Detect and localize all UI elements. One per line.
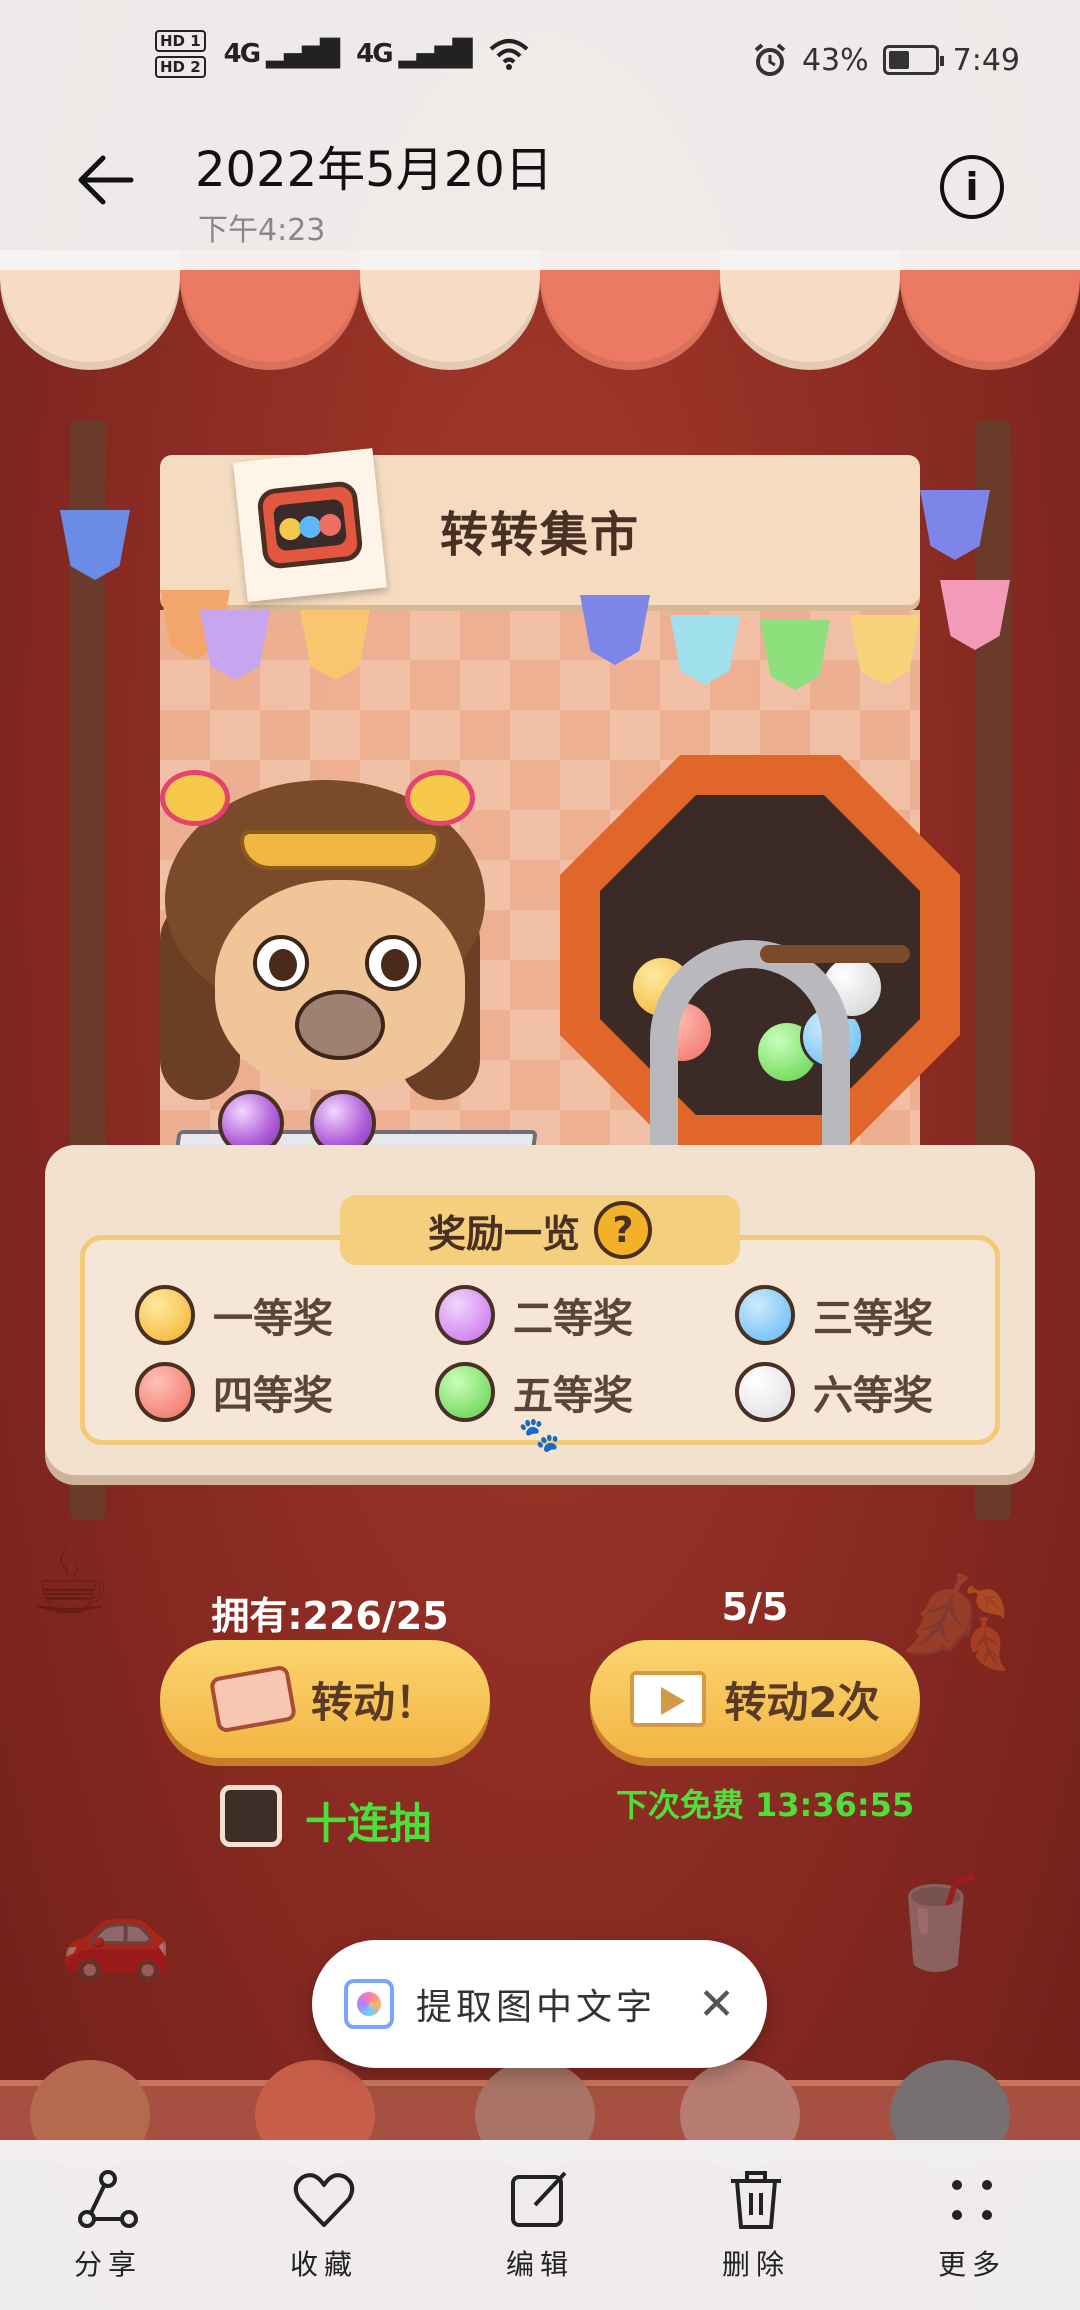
bunting-flags	[60, 490, 1020, 710]
prize-label: 二等奖	[513, 1296, 633, 1342]
next-free-timer: 下次免费 13:36:55	[615, 1786, 915, 1824]
viewer-top-bar: HD 1 HD 2 4G ▂▄▆█ 4G ▂▄▆█ 43% 7:49 2022年…	[0, 0, 1080, 270]
video-icon	[630, 1671, 707, 1727]
prize-item-6: 六等奖	[735, 1362, 933, 1422]
character-bow-right	[405, 770, 475, 826]
favorite-label: 收藏	[289, 2248, 358, 2281]
favorite-button[interactable]: 收藏	[249, 2167, 399, 2283]
share-button[interactable]: 分享	[33, 2167, 183, 2283]
battery-percent: 43%	[801, 42, 869, 78]
prize-ball-icon	[735, 1362, 795, 1422]
prize-ball-icon	[135, 1362, 195, 1422]
ticket-icon	[208, 1664, 298, 1734]
share-icon	[78, 2170, 138, 2228]
spin-twice-button[interactable]: 转动2次	[590, 1640, 920, 1758]
battery-icon	[882, 45, 944, 75]
edit-icon	[511, 2171, 567, 2227]
extract-text-label[interactable]: 提取图中文字	[416, 1978, 676, 2030]
free-spin-count: 5/5	[721, 1585, 789, 1629]
alarm-icon	[754, 43, 786, 76]
more-label: 更多	[937, 2248, 1006, 2281]
help-icon[interactable]: ?	[594, 1201, 652, 1259]
spin-button-label: 转动！	[310, 1677, 437, 1727]
edit-button[interactable]: 编辑	[465, 2167, 615, 2283]
prize-item-5: 五等奖	[435, 1362, 633, 1422]
more-icon	[952, 2180, 992, 2220]
hd-badge: HD 1	[155, 30, 206, 52]
clock: 7:49	[952, 42, 1020, 78]
back-arrow-icon[interactable]	[75, 150, 135, 210]
prize-label: 六等奖	[813, 1373, 933, 1419]
reward-header: 奖励一览 ?	[340, 1195, 740, 1265]
trash-icon	[731, 2171, 781, 2229]
more-button[interactable]: 更多	[897, 2167, 1047, 2283]
machine-crank[interactable]	[760, 945, 910, 963]
prize-ball-icon	[735, 1285, 795, 1345]
status-bar-left: HD 1 HD 2 4G ▂▄▆█ 4G ▂▄▆█	[155, 30, 529, 78]
page-subtitle: 下午4:23	[198, 213, 326, 248]
spin-button[interactable]: 转动！	[160, 1640, 490, 1758]
close-icon[interactable]: ✕	[698, 1979, 735, 2030]
hd-badge: HD 2	[155, 56, 206, 78]
delete-button[interactable]: 删除	[681, 2167, 831, 2283]
heart-icon	[293, 2173, 355, 2227]
prize-item-3: 三等奖	[735, 1285, 933, 1345]
prize-label: 四等奖	[213, 1373, 333, 1419]
edit-label: 编辑	[505, 2248, 574, 2281]
delete-label: 删除	[721, 2248, 790, 2281]
viewer-bottom-bar: 分享 收藏 编辑 删除 更多	[0, 2140, 1080, 2310]
ten-draw-checkbox[interactable]	[220, 1785, 282, 1847]
share-label: 分享	[73, 2248, 142, 2281]
booth-title: 转转集市	[439, 507, 640, 563]
owned-count: 拥有:226/25	[211, 1594, 449, 1638]
background-doodle: 🚗	[60, 1880, 173, 1985]
character-face	[215, 880, 465, 1090]
signal-icon: 4G ▂▄▆█	[356, 39, 472, 69]
character-bow-left	[160, 770, 230, 826]
background-doodle: 🥤	[880, 1870, 993, 1975]
background-doodle: 🍂	[900, 1570, 1013, 1675]
signal-label: 4G	[356, 39, 393, 69]
page-title: 2022年5月20日	[195, 142, 553, 198]
tv-logo-icon	[233, 448, 387, 602]
ten-draw-label[interactable]: 十连抽	[305, 1790, 431, 1851]
paw-icon: 🐾	[518, 1415, 561, 1455]
prize-label: 五等奖	[513, 1373, 633, 1419]
prize-item-1: 一等奖	[135, 1285, 333, 1345]
wifi-icon	[489, 39, 528, 70]
machine-stand	[650, 940, 850, 1170]
character-tiara	[240, 830, 440, 870]
prize-item-4: 四等奖	[135, 1362, 333, 1422]
prize-label: 一等奖	[213, 1296, 333, 1342]
prize-ball-icon	[435, 1362, 495, 1422]
status-bar-right: 43% 7:49	[752, 42, 1020, 78]
signal-icon: 4G ▂▄▆█	[223, 39, 340, 69]
info-icon[interactable]: i	[940, 155, 1004, 219]
prize-ball-icon	[135, 1285, 195, 1345]
prize-item-2: 二等奖	[435, 1285, 633, 1345]
signal-label: 4G	[223, 39, 261, 69]
spin-twice-label: 转动2次	[724, 1677, 880, 1727]
text-scan-icon	[344, 1979, 394, 2029]
reward-title: 奖励一览	[427, 1211, 580, 1256]
prize-ball-icon	[435, 1285, 495, 1345]
prize-label: 三等奖	[813, 1296, 933, 1342]
background-doodle: ☕	[30, 1530, 111, 1635]
extract-text-pill[interactable]: 提取图中文字 ✕	[312, 1940, 767, 2068]
